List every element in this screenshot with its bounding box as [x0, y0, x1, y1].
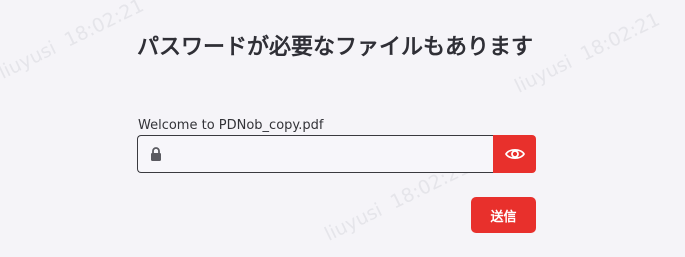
submit-button[interactable]: 送信 [471, 197, 536, 233]
watermark-user: liuyusi [0, 37, 60, 84]
password-dialog: liuyusi 18:02:21 liuyusi 18:02:21 liuyus… [0, 0, 685, 257]
password-input[interactable] [170, 139, 493, 169]
password-row [137, 135, 536, 173]
watermark-time: 18:02:21 [576, 8, 664, 66]
show-password-button[interactable] [493, 135, 536, 173]
watermark: liuyusi 18:02:21 [0, 0, 147, 84]
lock-icon [150, 147, 162, 161]
eye-icon [504, 147, 525, 161]
watermark-time: 18:02:21 [60, 0, 148, 52]
watermark-user: liuyusi [321, 199, 386, 246]
dialog-title: パスワードが必要なファイルもあります [137, 35, 534, 60]
password-field[interactable] [137, 135, 493, 173]
file-name-label: Welcome to PDNob_copy.pdf [138, 118, 324, 133]
